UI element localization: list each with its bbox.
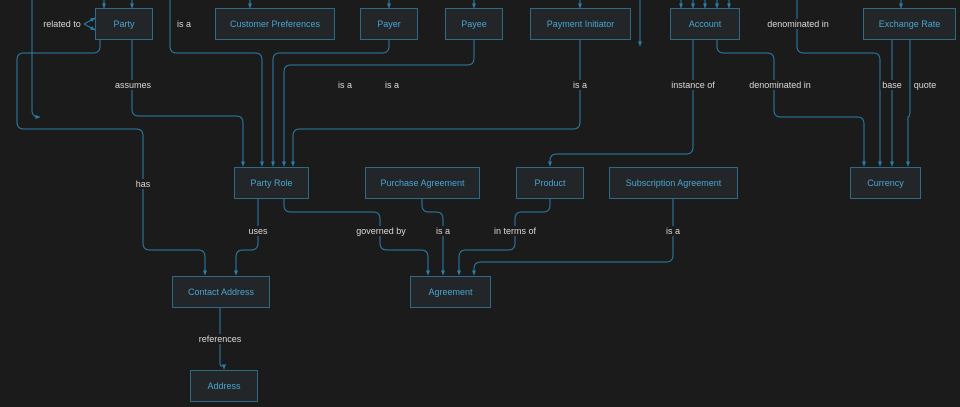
edge-uses <box>234 199 259 276</box>
edge-subscription-is-a <box>472 199 674 276</box>
edge-related-to-2 <box>83 23 96 31</box>
label-uses: uses <box>246 226 270 236</box>
label-instance-of: instance of <box>669 80 717 90</box>
label-payer-is-a: is a <box>335 80 355 90</box>
label-related-to: related to <box>41 19 83 29</box>
edge-payee-is-a <box>282 40 475 167</box>
edge-initiator-is-a <box>291 40 581 167</box>
edge-denominated-in <box>716 40 866 167</box>
node-currency[interactable]: Currency <box>850 167 921 199</box>
edge-in-terms-of <box>457 199 551 276</box>
edge-payer-is-a <box>271 40 390 167</box>
label-purchase-is-a: is a <box>433 226 453 236</box>
node-contact-address[interactable]: Contact Address <box>172 276 270 308</box>
label-governed-by: governed by <box>354 226 408 236</box>
diagram-canvas: Party Customer Preferences Payer Payee P… <box>0 0 960 407</box>
label-in-terms-of: in terms of <box>491 226 539 236</box>
node-exchange-rate[interactable]: Exchange Rate <box>863 8 956 40</box>
edge-related-to <box>83 17 96 25</box>
label-party-is-a: is a <box>174 19 194 29</box>
node-address[interactable]: Address <box>190 370 258 402</box>
edge-has <box>16 40 207 276</box>
node-purchase-agreement[interactable]: Purchase Agreement <box>365 167 480 199</box>
node-payer[interactable]: Payer <box>360 8 418 40</box>
label-references: references <box>196 334 244 344</box>
label-has: has <box>133 179 153 189</box>
node-party-role[interactable]: Party Role <box>234 167 309 199</box>
edge-governed-by <box>283 199 430 276</box>
node-agreement[interactable]: Agreement <box>410 276 491 308</box>
label-denominated-in-top: denominated in <box>765 19 831 29</box>
node-payee[interactable]: Payee <box>445 8 503 40</box>
node-product[interactable]: Product <box>516 167 584 199</box>
label-base: base <box>880 80 904 90</box>
node-subscription-agreement[interactable]: Subscription Agreement <box>609 167 738 199</box>
edge-instance-of <box>548 40 694 167</box>
edge-quote <box>906 40 911 167</box>
label-quote: quote <box>911 80 939 90</box>
label-subscription-is-a: is a <box>663 226 683 236</box>
node-customer-preferences[interactable]: Customer Preferences <box>215 8 335 40</box>
node-party[interactable]: Party <box>95 8 153 40</box>
edge-purchase-is-a <box>421 199 445 276</box>
label-initiator-is-a: is a <box>570 80 590 90</box>
edge-party-is-a <box>31 0 41 119</box>
label-assumes: assumes <box>112 80 154 90</box>
edge-assumes <box>131 40 245 167</box>
label-denominated-in: denominated in <box>747 80 813 90</box>
node-payment-initiator[interactable]: Payment Initiator <box>530 8 631 40</box>
node-account[interactable]: Account <box>670 8 740 40</box>
edges-layer <box>16 0 911 370</box>
label-payee-is-a: is a <box>382 80 402 90</box>
